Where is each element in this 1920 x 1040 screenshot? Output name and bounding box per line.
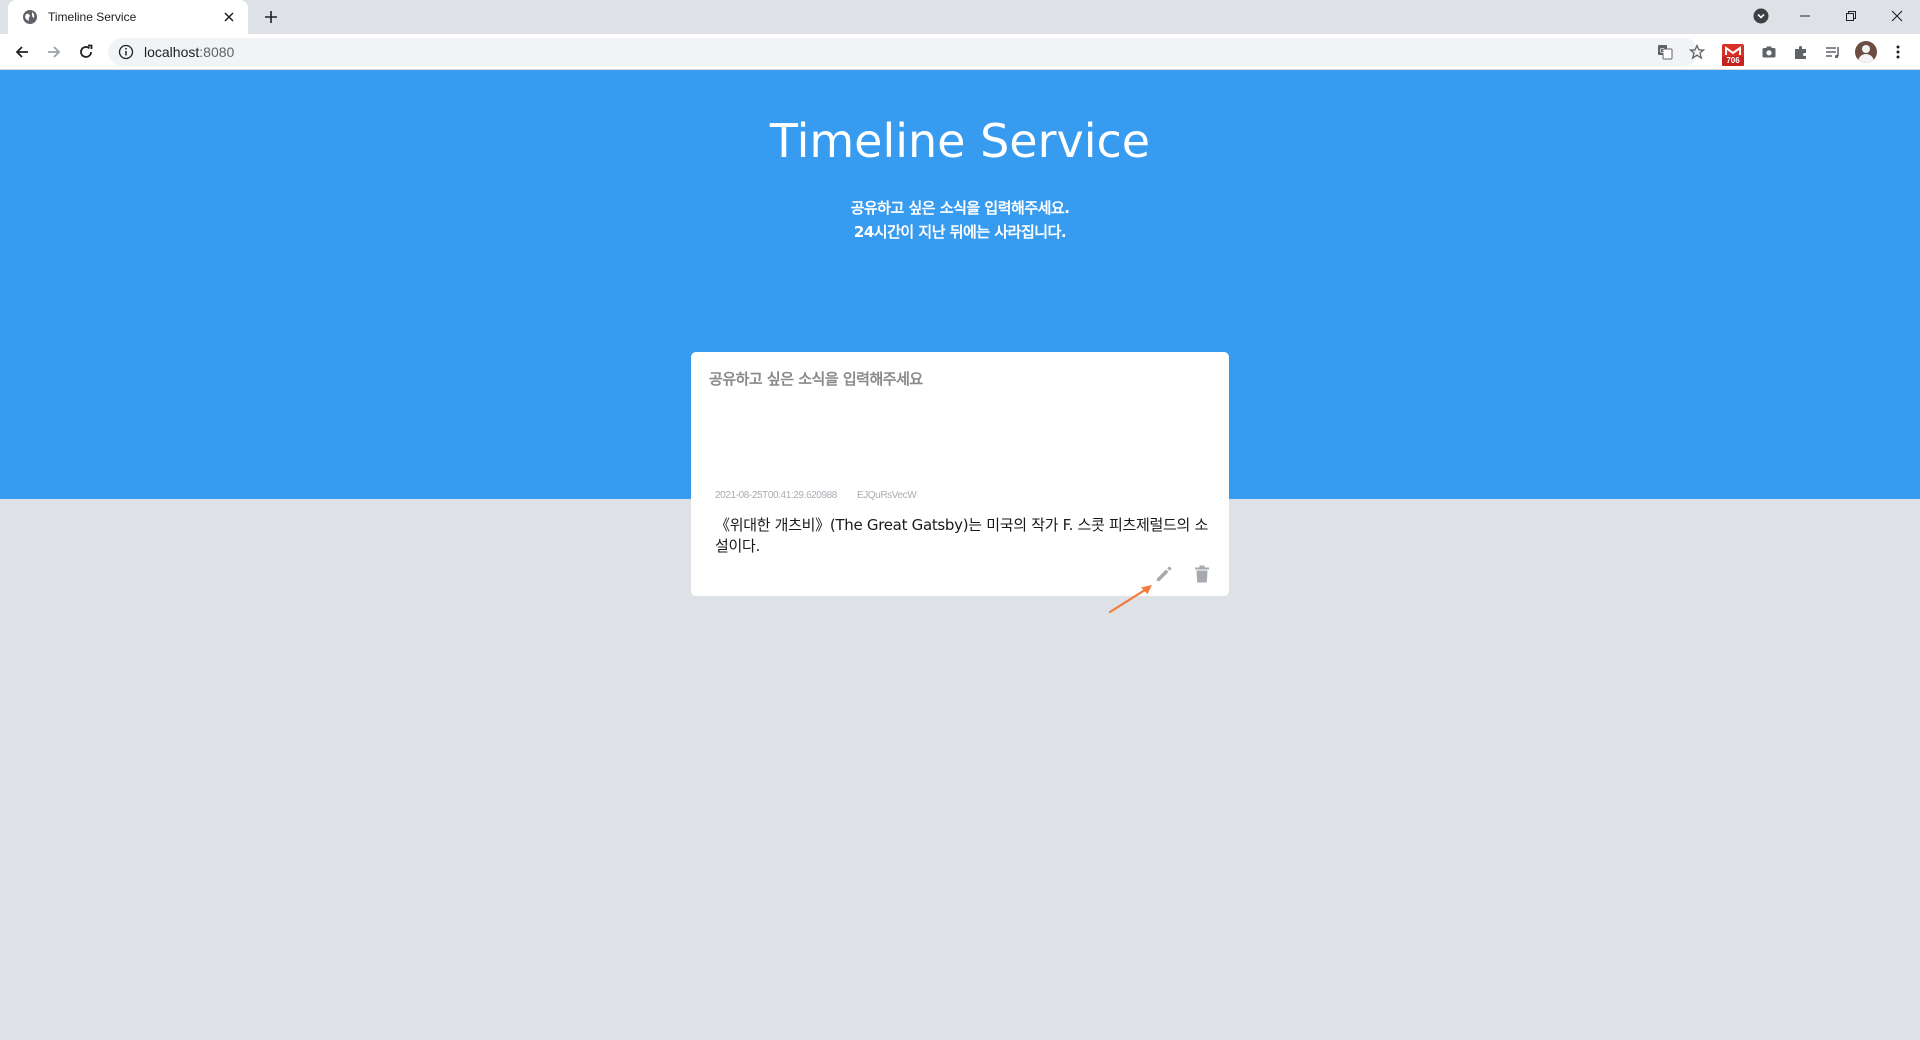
- tab-title: Timeline Service: [48, 10, 137, 24]
- close-window-icon[interactable]: [1874, 0, 1920, 32]
- page-title: Timeline Service: [769, 114, 1151, 168]
- tab-strip: Timeline Service: [0, 0, 1920, 34]
- post-meta: 2021-08-25T00:41:29.620988 EJQuRsVecW: [715, 490, 917, 501]
- forward-icon[interactable]: [42, 40, 66, 64]
- browser-tab[interactable]: Timeline Service: [8, 0, 248, 34]
- mail-extension-icon[interactable]: 706: [1722, 44, 1744, 66]
- back-icon[interactable]: [10, 40, 34, 64]
- extensions-puzzle-icon[interactable]: [1789, 40, 1813, 64]
- post-content: 《위대한 개츠비》(The Great Gatsby)는 미국의 작가 F. 스…: [715, 516, 1208, 555]
- translate-icon[interactable]: G: [1653, 40, 1677, 64]
- globe-icon: [22, 9, 38, 25]
- camera-icon[interactable]: [1757, 40, 1781, 64]
- site-info-icon[interactable]: [118, 44, 134, 60]
- extension-badge-count: 706: [1722, 56, 1744, 66]
- page-subtitle: 공유하고 싶은 소식을 입력해주세요. 24시간이 지난 뒤에는 사라집니다.: [0, 196, 1920, 244]
- profile-avatar[interactable]: [1855, 41, 1877, 63]
- url-host: localhost: [144, 44, 200, 60]
- subtitle-line-2: 24시간이 지난 뒤에는 사라집니다.: [853, 223, 1067, 241]
- delete-button[interactable]: [1191, 563, 1213, 585]
- browser-toolbar: localhost:8080 G: [0, 34, 1920, 70]
- hero-section: Timeline Service 공유하고 싶은 소식을 입력해주세요. 24시…: [0, 70, 1920, 534]
- svg-text:G: G: [1660, 47, 1665, 55]
- post-timestamp: 2021-08-25T00:41:29.620988: [715, 490, 837, 501]
- subtitle-line-1: 공유하고 싶은 소식을 입력해주세요.: [850, 199, 1070, 217]
- annotation-arrow-icon: [1108, 585, 1152, 614]
- tab-search-icon[interactable]: [1738, 0, 1784, 32]
- url-port: :8080: [199, 44, 235, 60]
- trash-icon: [1195, 565, 1209, 583]
- bookmark-star-icon[interactable]: [1685, 40, 1709, 64]
- reading-list-icon[interactable]: [1821, 40, 1845, 64]
- close-tab-icon[interactable]: [220, 8, 238, 26]
- timeline-post: 2021-08-25T00:41:29.620988 EJQuRsVecW 《위대…: [691, 481, 1229, 596]
- new-tab-icon[interactable]: [260, 6, 282, 28]
- restore-icon[interactable]: [1828, 0, 1874, 32]
- minimize-icon[interactable]: [1782, 0, 1828, 32]
- address-bar[interactable]: localhost:8080: [108, 38, 1698, 66]
- menu-kebab-icon[interactable]: [1886, 40, 1910, 64]
- post-user-id: EJQuRsVecW: [856, 490, 917, 501]
- pencil-icon: [1157, 566, 1172, 581]
- url-text: localhost:8080: [144, 44, 234, 60]
- reload-icon[interactable]: [74, 40, 98, 64]
